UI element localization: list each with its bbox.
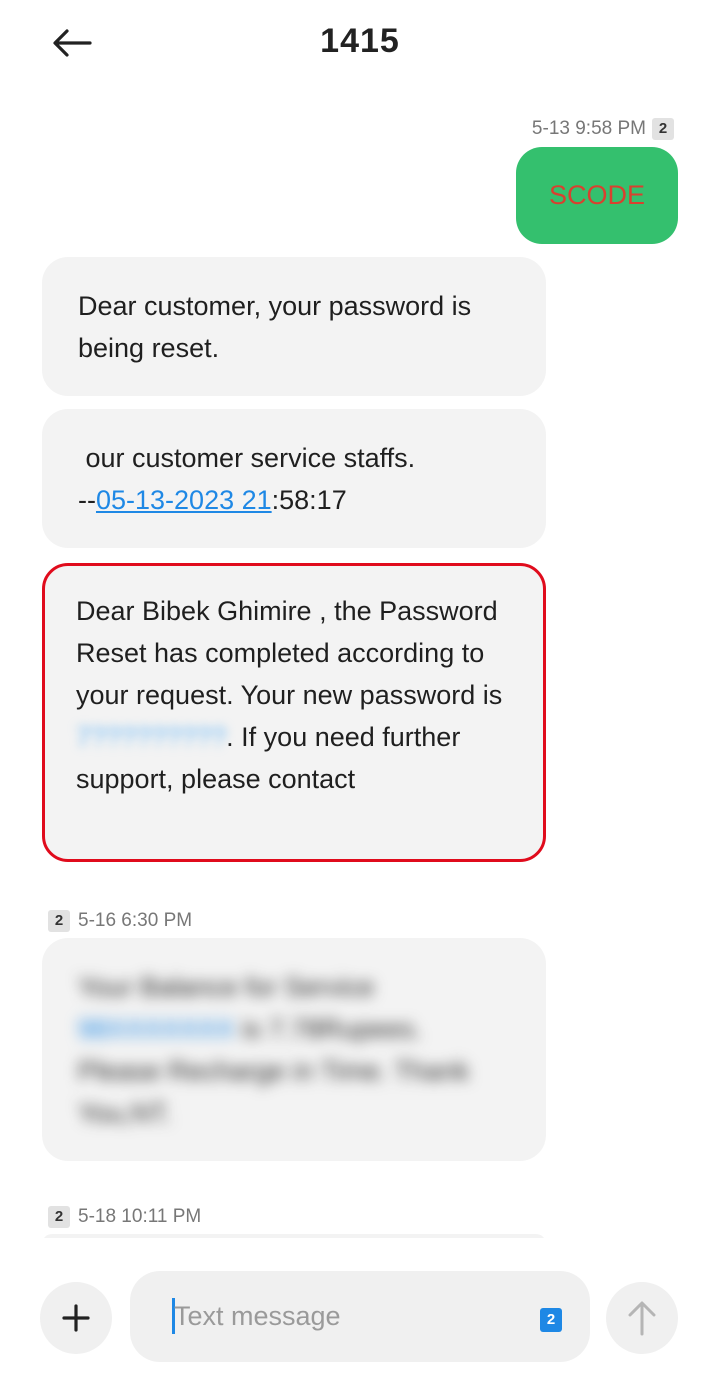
message-timestamp: 2 5-18 10:11 PM (48, 1206, 201, 1228)
highlighted-message-bubble[interactable]: Dear Bibek Ghimire , the Password Reset … (42, 563, 546, 862)
sim-selector-icon[interactable]: 2 (540, 1308, 562, 1332)
timestamp-text: 5-18 10:11 PM (78, 1206, 202, 1227)
received-message-bubble[interactable]: Your Balance for Service 98XXXXXXX is 7.… (42, 938, 546, 1161)
password-link[interactable]: 7????????? (76, 722, 226, 752)
add-attachment-button[interactable] (40, 1282, 112, 1354)
arrow-up-icon (628, 1301, 656, 1336)
message-text: our customer service staffs. (78, 443, 416, 473)
message-text: Dear Bibek Ghimire , the Password Reset … (76, 596, 503, 710)
blurred-message-text: Your Balance for Service 98XXXXXXX is 7.… (78, 966, 510, 1134)
phone-link[interactable]: 98XXXXXXX (78, 1014, 234, 1044)
conversation-header: 1415 (0, 0, 720, 90)
received-message-bubble[interactable]: our customer service staffs. --05-13-202… (42, 409, 546, 548)
received-message-bubble[interactable]: Dear customer, your password is being re… (42, 257, 546, 396)
timestamp-text: 5-13 9:58 PM (531, 118, 646, 139)
date-link[interactable]: 05-13-2023 21 (96, 485, 272, 515)
plus-icon (62, 1304, 90, 1332)
sim-badge: 2 (652, 118, 674, 140)
send-button[interactable] (606, 1282, 678, 1354)
timestamp-text: 5-16 6:30 PM (78, 910, 193, 931)
sent-message-text: SCODE (548, 180, 646, 210)
message-text: Your Balance for Service (78, 972, 375, 1002)
message-text: Dear customer, your password is being re… (78, 291, 472, 363)
sent-message-bubble[interactable]: SCODE (516, 147, 678, 244)
conversation-title: 1415 (320, 22, 400, 60)
sim-badge: 2 (48, 1206, 70, 1228)
message-text: -- (78, 485, 96, 515)
sim-badge: 2 (48, 910, 70, 932)
message-timestamp: 5-13 9:58 PM 2 (532, 118, 674, 140)
message-input[interactable] (174, 1289, 534, 1344)
message-timestamp: 2 5-16 6:30 PM (48, 910, 192, 932)
message-text: :58:17 (271, 485, 347, 515)
message-input-container[interactable]: 2 (130, 1271, 590, 1362)
